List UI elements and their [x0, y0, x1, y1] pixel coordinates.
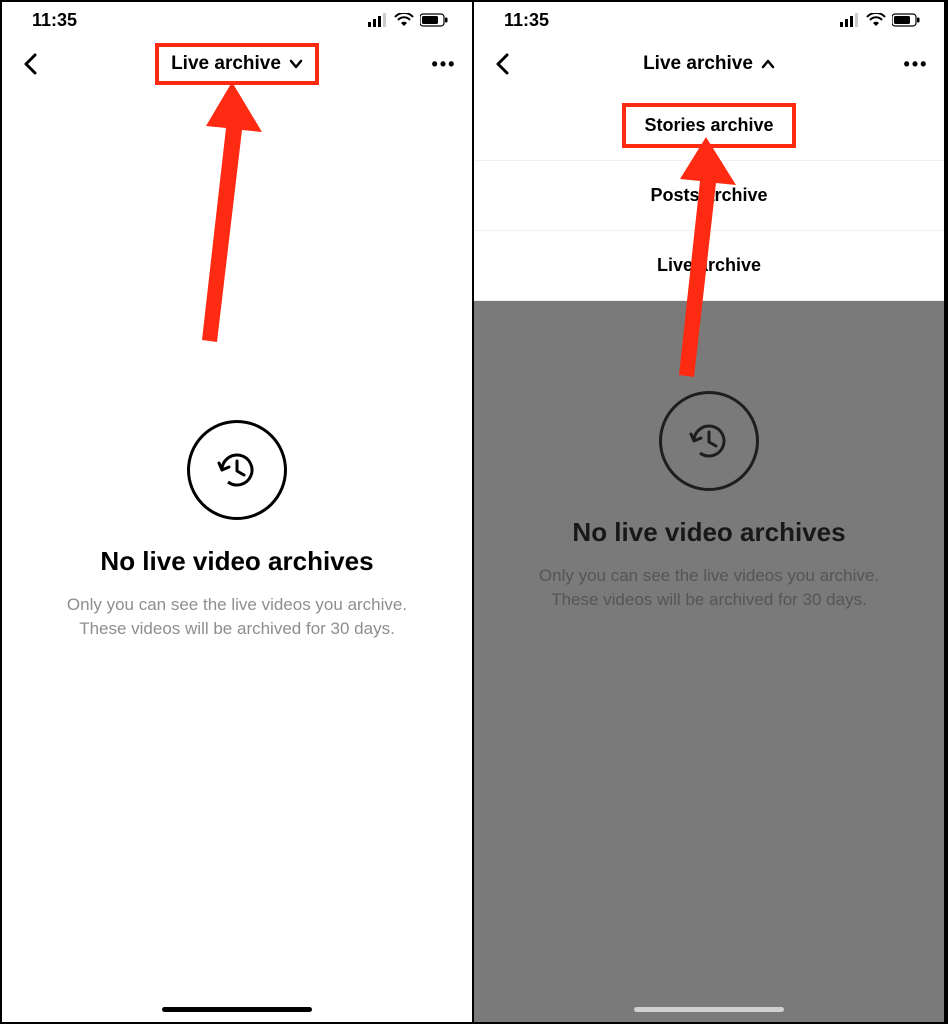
nav-header: Live archive ••• — [474, 38, 944, 90]
battery-icon — [420, 13, 448, 27]
empty-description: Only you can see the live videos you arc… — [37, 593, 437, 641]
archive-selector-label: Live archive — [171, 53, 281, 75]
empty-heading: No live video archives — [100, 546, 373, 577]
chevron-up-icon — [761, 59, 775, 69]
empty-state: No live video archives Only you can see … — [474, 301, 944, 612]
chevron-down-icon — [289, 59, 303, 69]
dropdown-item-label: Posts archive — [650, 185, 767, 206]
home-indicator[interactable] — [162, 1007, 312, 1012]
back-button[interactable] — [488, 53, 516, 75]
status-time: 11:35 — [32, 10, 77, 31]
status-bar: 11:35 — [2, 2, 472, 38]
archive-selector-label: Live archive — [643, 53, 753, 75]
history-icon — [659, 391, 759, 491]
nav-header: Live archive ••• — [2, 38, 472, 90]
status-time: 11:35 — [504, 10, 549, 31]
cellular-icon — [368, 13, 388, 27]
battery-icon — [892, 13, 920, 27]
status-icons — [840, 13, 920, 27]
screenshot-left: 11:35 Live archive ••• — [2, 2, 474, 1022]
dropdown-item-label: Live archive — [657, 255, 761, 276]
dimmed-content: No live video archives Only you can see … — [474, 301, 944, 1022]
empty-description: Only you can see the live videos you arc… — [509, 564, 909, 612]
history-icon — [187, 420, 287, 520]
cellular-icon — [840, 13, 860, 27]
empty-state: No live video archives Only you can see … — [2, 90, 472, 1022]
archive-selector[interactable]: Live archive — [155, 43, 319, 85]
more-options-button[interactable]: ••• — [902, 54, 930, 75]
home-indicator[interactable] — [634, 1007, 784, 1012]
more-options-button[interactable]: ••• — [430, 54, 458, 75]
screenshot-right: 11:35 Live archive ••• Stories archive — [474, 2, 946, 1022]
dropdown-item-stories[interactable]: Stories archive — [474, 90, 944, 160]
status-icons — [368, 13, 448, 27]
archive-dropdown: Stories archive Posts archive Live archi… — [474, 90, 944, 301]
wifi-icon — [394, 13, 414, 27]
empty-heading: No live video archives — [572, 517, 845, 548]
dropdown-item-posts[interactable]: Posts archive — [474, 160, 944, 230]
status-bar: 11:35 — [474, 2, 944, 38]
back-button[interactable] — [16, 53, 44, 75]
dropdown-item-live[interactable]: Live archive — [474, 230, 944, 300]
dropdown-item-label: Stories archive — [622, 103, 795, 148]
wifi-icon — [866, 13, 886, 27]
archive-selector[interactable]: Live archive — [631, 47, 787, 81]
